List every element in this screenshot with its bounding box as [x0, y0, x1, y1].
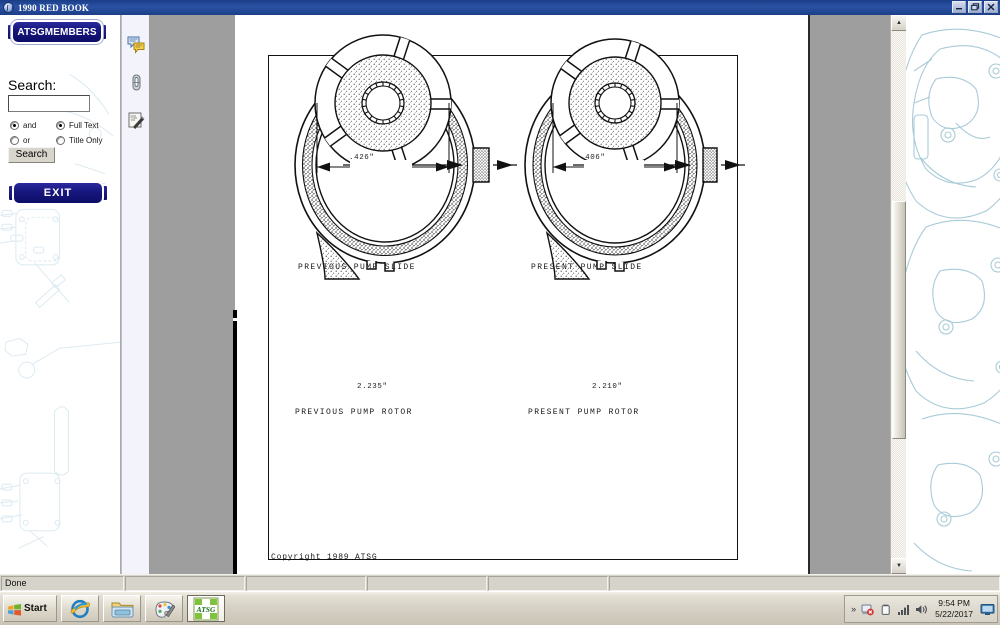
exit-label: EXIT — [43, 187, 73, 199]
radio-full-text-dot — [56, 121, 65, 130]
radio-or[interactable]: or — [10, 136, 56, 145]
right-watermark-drawing — [906, 28, 1000, 572]
network-error-icon[interactable] — [861, 603, 874, 616]
start-label: Start — [24, 603, 47, 614]
banner-label: ATSGMEMBERS — [17, 26, 97, 38]
previous-pump-slide-caption: PREVIOUS PUMP SLIDE — [298, 263, 416, 272]
system-tray: » 9:54 PM 5/22/2017 — [844, 595, 998, 623]
figure-drawing — [294, 34, 745, 280]
status-cell-4 — [367, 575, 487, 591]
present-pump-rotor-dimension: 2.210" — [592, 383, 623, 391]
window-controls — [952, 1, 998, 13]
radio-or-dot — [10, 136, 19, 145]
previous-pump-rotor-caption: PREVIOUS PUMP ROTOR — [295, 408, 413, 417]
status-cell-2 — [125, 575, 245, 591]
close-button[interactable] — [984, 1, 998, 13]
scroll-up-arrow-icon[interactable]: ▲ — [891, 15, 907, 31]
radio-and[interactable]: and — [10, 121, 56, 130]
search-options-row-1: and Full Text — [10, 118, 120, 133]
exit-plate: EXIT — [12, 181, 104, 205]
right-watermark-panel — [906, 15, 1000, 574]
signal-bars-icon[interactable] — [897, 603, 910, 616]
radio-and-label: and — [23, 121, 37, 130]
search-options-row-2: or Title Only — [10, 133, 120, 148]
file-explorer-icon[interactable] — [103, 595, 141, 622]
search-options: and Full Text or Title Only — [10, 118, 120, 148]
status-bar: Done — [0, 574, 1000, 591]
windows-flag-icon — [8, 603, 21, 616]
desktop-root: 1990 RED BOOK ATSGMEMBERS Search: and Fu… — [0, 0, 1000, 625]
show-desktop-icon[interactable] — [980, 603, 995, 616]
signature-edit-icon[interactable] — [127, 111, 146, 130]
present-pump-slide-dimension: .406" — [580, 154, 606, 162]
tray-overflow-icon[interactable]: » — [851, 604, 856, 614]
adobe-circle-icon — [3, 2, 14, 13]
clock-time: 9:54 PM — [938, 598, 970, 608]
clock-date: 5/22/2017 — [935, 609, 973, 619]
search-input[interactable] — [8, 95, 90, 112]
taskbar: Start ATSG » 9:54 PM 5/22/2017 — [0, 591, 1000, 625]
status-cell-5 — [488, 575, 608, 591]
present-pump-slide-caption: PRESENT PUMP SLIDE — [531, 263, 643, 272]
document-vertical-scrollbar[interactable]: ▲ ▼ — [890, 15, 907, 574]
volume-icon[interactable] — [915, 603, 928, 616]
panel-splitter-handle[interactable] — [233, 310, 237, 575]
comment-note-icon[interactable] — [127, 35, 146, 54]
restore-button[interactable] — [968, 1, 982, 13]
radio-title-only-dot — [56, 136, 65, 145]
paint-icon[interactable] — [145, 595, 183, 622]
scrollbar-thumb[interactable] — [892, 201, 906, 439]
svg-text:ATSG: ATSG — [196, 605, 216, 614]
radio-and-dot — [10, 121, 19, 130]
window-titlebar: 1990 RED BOOK — [0, 0, 1000, 15]
radio-title-only[interactable]: Title Only — [56, 136, 103, 145]
search-heading: Search: — [8, 77, 57, 93]
radio-full-text[interactable]: Full Text — [56, 121, 99, 130]
status-message: Done — [1, 575, 124, 591]
radio-or-label: or — [23, 136, 31, 145]
internet-explorer-icon[interactable] — [61, 595, 99, 622]
present-pump-rotor-caption: PRESENT PUMP ROTOR — [528, 408, 640, 417]
previous-pump-slide-dimension: .426" — [349, 154, 375, 162]
left-sidebar: ATSGMEMBERS Search: and Full Text or Tit… — [0, 15, 121, 574]
banner-plate: ATSGMEMBERS — [11, 20, 103, 44]
paperclip-attachment-icon[interactable] — [127, 73, 146, 92]
search-button[interactable]: Search — [8, 147, 55, 163]
document-page: .426" .406" PREVIOUS PUMP SLIDE PRESENT … — [235, 15, 810, 588]
clock[interactable]: 9:54 PM 5/22/2017 — [935, 598, 973, 620]
radio-full-text-label: Full Text — [69, 121, 99, 130]
navigation-icon-strip — [122, 15, 150, 574]
copyright-notice: Copyright 1989 ATSG — [271, 553, 378, 562]
battery-icon[interactable] — [879, 603, 892, 616]
status-cell-3 — [246, 575, 366, 591]
radio-title-only-label: Title Only — [69, 136, 103, 145]
start-button[interactable]: Start — [3, 595, 57, 622]
exit-button[interactable]: EXIT — [8, 181, 108, 205]
previous-pump-rotor-dimension: 2.235" — [357, 383, 388, 391]
scroll-down-arrow-icon[interactable]: ▼ — [891, 558, 907, 574]
window-title: 1990 RED BOOK — [18, 2, 90, 13]
atsg-app-icon[interactable]: ATSG — [187, 595, 225, 622]
status-cell-6 — [609, 575, 1000, 591]
atsgmembers-banner[interactable]: ATSGMEMBERS — [7, 20, 107, 44]
minimize-button[interactable] — [952, 1, 966, 13]
